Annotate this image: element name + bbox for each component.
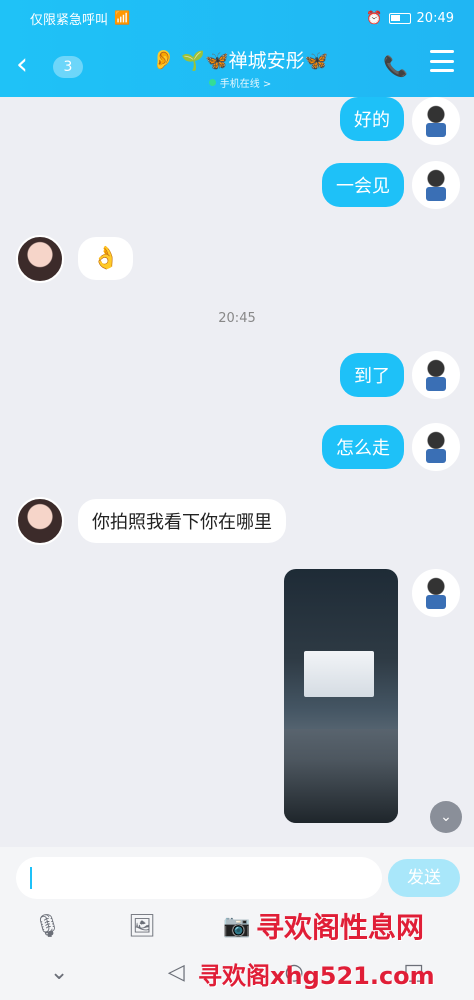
watermark-text: 寻欢阁性息网: [256, 911, 425, 944]
ear-icon[interactable]: 👂: [152, 48, 176, 71]
image-icon[interactable]: 🖼: [128, 913, 156, 941]
clock: 20:49: [416, 10, 454, 26]
text-caret: [30, 867, 32, 889]
battery-icon: [388, 12, 411, 24]
contact-avatar[interactable]: [16, 497, 64, 545]
menu-line: [430, 50, 454, 53]
online-dot-icon: [208, 79, 216, 86]
online-status: 手机在线 >: [219, 79, 272, 90]
menu-line: [430, 59, 454, 63]
alarm-icon: ⏰: [366, 10, 383, 26]
my-avatar[interactable]: [412, 569, 460, 617]
message-bubble[interactable]: 到了: [340, 353, 404, 397]
my-avatar[interactable]: [412, 423, 460, 471]
my-avatar[interactable]: [412, 97, 460, 145]
contact-avatar[interactable]: [16, 235, 64, 283]
message-bubble[interactable]: 好的: [340, 97, 404, 141]
message-input[interactable]: [16, 857, 382, 899]
input-bar: 发送: [0, 847, 474, 909]
title-block[interactable]: 👂 🌱🦋禅城安彤🦋 手机在线 >: [120, 46, 360, 90]
message-bubble[interactable]: 一会见: [322, 163, 404, 207]
chat-header: 仅限紧急呼叫 📶 ⏰ 20:49 ‹ 3 👂 🌱🦋禅城安彤🦋 手机在线 > 📞: [0, 0, 474, 97]
carrier-text: 仅限紧急呼叫: [30, 12, 109, 28]
photo-message[interactable]: [284, 569, 398, 823]
mic-icon[interactable]: 🎙: [33, 913, 61, 941]
nav-bar: ‹ 3 👂 🌱🦋禅城安彤🦋 手机在线 > 📞: [0, 40, 474, 92]
my-avatar[interactable]: [412, 161, 460, 209]
message-bubble[interactable]: 怎么走: [322, 425, 404, 469]
phone-call-button[interactable]: 📞: [383, 54, 408, 78]
contact-name: 🌱🦋禅城安彤🦋: [181, 50, 329, 72]
my-avatar[interactable]: [412, 351, 460, 399]
nav-back-icon[interactable]: ◁: [168, 960, 185, 985]
send-button[interactable]: 发送: [388, 859, 460, 897]
message-bubble[interactable]: 你拍照我看下你在哪里: [78, 499, 286, 543]
timestamp: 20:45: [218, 311, 256, 326]
menu-button[interactable]: [430, 50, 454, 72]
menu-line: [430, 69, 454, 72]
watermark-text: 寻欢阁xhg521.com: [198, 962, 435, 990]
chat-area: 好的 一会见 👌 20:45 到了 怎么走 你拍照我看下你在哪里 ⌄: [0, 97, 474, 847]
unread-badge: 3: [53, 56, 83, 78]
status-bar: 仅限紧急呼叫 📶 ⏰ 20:49: [30, 8, 454, 28]
back-button[interactable]: ‹: [16, 50, 42, 80]
scroll-down-button[interactable]: ⌄: [430, 801, 462, 833]
nav-down-icon[interactable]: ⌄: [50, 960, 68, 985]
message-bubble[interactable]: 👌: [78, 237, 134, 280]
camera-icon[interactable]: 📷: [223, 913, 251, 941]
wifi-icon: 📶: [114, 10, 131, 26]
